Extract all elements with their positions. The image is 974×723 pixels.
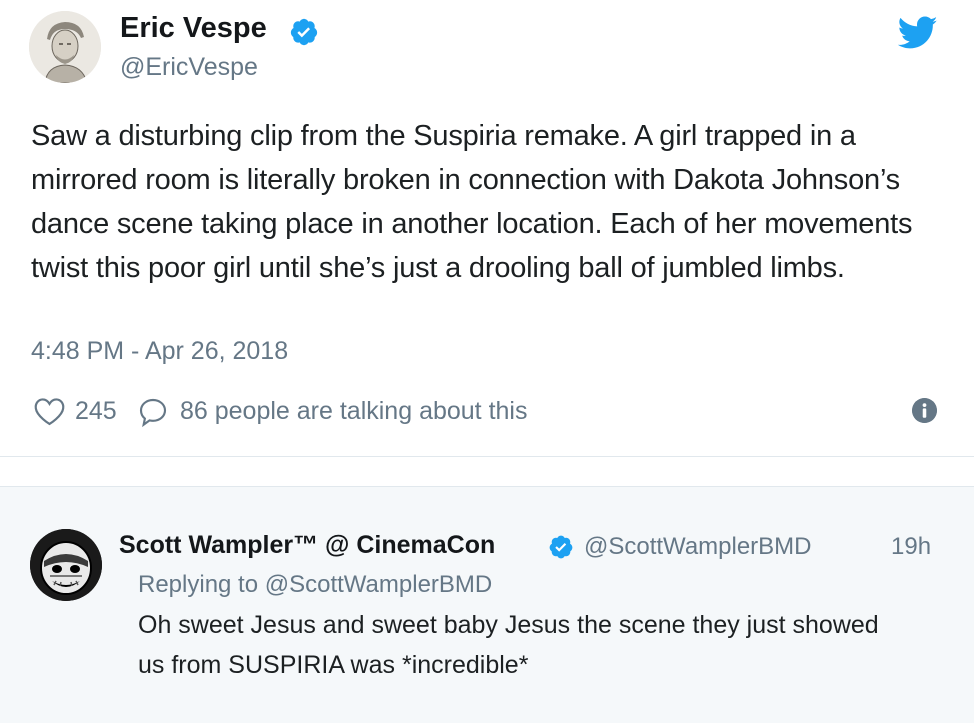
divider xyxy=(0,456,974,457)
author-avatar[interactable] xyxy=(29,11,101,83)
info-icon[interactable] xyxy=(912,398,937,423)
tweet-text: Saw a disturbing clip from the Suspiria … xyxy=(31,120,913,284)
quoted-reply[interactable]: Scott Wampler™ @ CinemaCon @ScottWampler… xyxy=(0,486,974,723)
replying-to[interactable]: Replying to @ScottWamplerBMD xyxy=(138,571,492,599)
conversation-count[interactable]: 86 people are talking about this xyxy=(180,397,527,426)
verified-badge-icon xyxy=(290,18,318,46)
author-handle[interactable]: @EricVespe xyxy=(120,53,258,82)
author-name[interactable]: Eric Vespe xyxy=(120,12,267,45)
embedded-tweet: Eric Vespe @EricVespe Saw a disturbing c… xyxy=(0,0,974,456)
twitter-bird-icon[interactable] xyxy=(898,16,938,50)
heart-icon[interactable] xyxy=(33,396,66,426)
reply-author-avatar[interactable] xyxy=(30,529,102,601)
tweet-timestamp[interactable]: 4:48 PM - Apr 26, 2018 xyxy=(31,337,288,366)
like-count[interactable]: 245 xyxy=(75,397,117,426)
reply-author-name[interactable]: Scott Wampler™ @ CinemaCon xyxy=(119,531,495,560)
reply-time[interactable]: 19h xyxy=(891,533,931,561)
reply-author-handle[interactable]: @ScottWamplerBMD xyxy=(584,533,812,561)
verified-badge-icon xyxy=(549,535,573,559)
speech-bubble-icon[interactable] xyxy=(136,396,170,428)
reply-text: Oh sweet Jesus and sweet baby Jesus the … xyxy=(138,611,879,679)
